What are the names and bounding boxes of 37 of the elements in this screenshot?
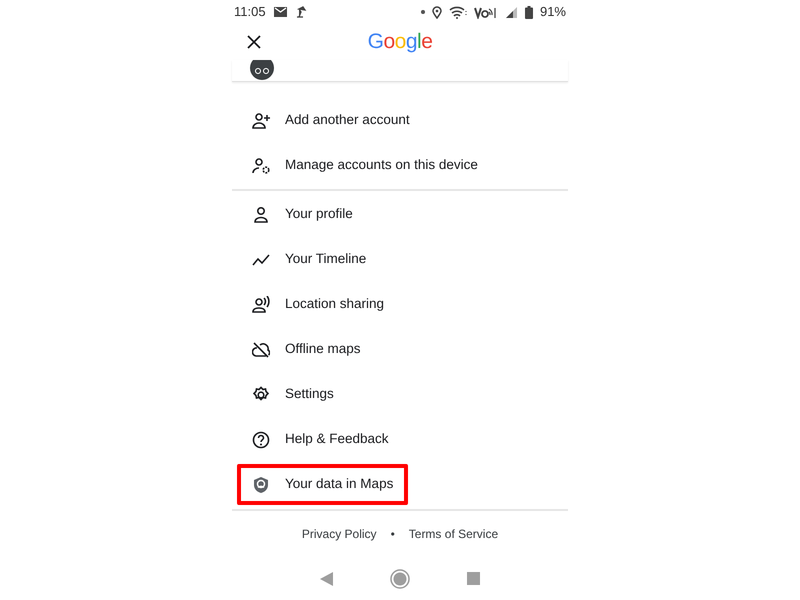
volte-icon xyxy=(474,6,498,18)
footer-link[interactable]: Terms of Service xyxy=(408,525,498,543)
status-time: 11:05 xyxy=(234,3,266,22)
google-logo: Google xyxy=(368,29,432,56)
help-icon xyxy=(252,430,270,448)
back-icon[interactable] xyxy=(320,572,334,586)
menu-item[interactable]: Your Timeline xyxy=(237,239,382,280)
dot-icon xyxy=(420,10,425,14)
battery-level: 91% xyxy=(540,3,566,22)
separator-dot: • xyxy=(390,526,395,543)
person-add-icon xyxy=(252,112,270,130)
settings-icon xyxy=(252,386,270,404)
menu-item[interactable]: Settings xyxy=(237,374,349,415)
incognito-icon xyxy=(250,60,274,80)
home-icon[interactable] xyxy=(390,568,410,588)
battery-icon xyxy=(524,6,533,18)
lamp-icon xyxy=(294,6,307,18)
menu-item[interactable]: Help & Feedback xyxy=(237,419,404,460)
footer-link[interactable]: Privacy Policy xyxy=(302,525,377,543)
menu-item[interactable]: Location sharing xyxy=(237,284,400,325)
cloud-off-icon xyxy=(252,340,270,358)
shield-icon xyxy=(252,476,270,494)
close-button[interactable] xyxy=(246,34,262,50)
person-icon xyxy=(252,206,270,224)
location-icon xyxy=(432,6,442,18)
menu-item[interactable]: Your profile xyxy=(237,194,368,235)
wifi-icon xyxy=(448,6,467,18)
menu-item[interactable]: Offline maps xyxy=(237,329,376,370)
signal-icon xyxy=(504,6,518,18)
recents-icon[interactable] xyxy=(466,572,480,585)
person-waves-icon xyxy=(252,296,270,314)
mail-icon xyxy=(274,7,287,17)
menu-item[interactable]: Manage accounts on this device xyxy=(237,145,493,186)
close-icon xyxy=(247,35,261,49)
menu-item[interactable]: Add another account xyxy=(237,100,425,141)
menu-item[interactable]: Your data in Maps xyxy=(237,464,408,505)
person-gear-icon xyxy=(252,156,270,174)
